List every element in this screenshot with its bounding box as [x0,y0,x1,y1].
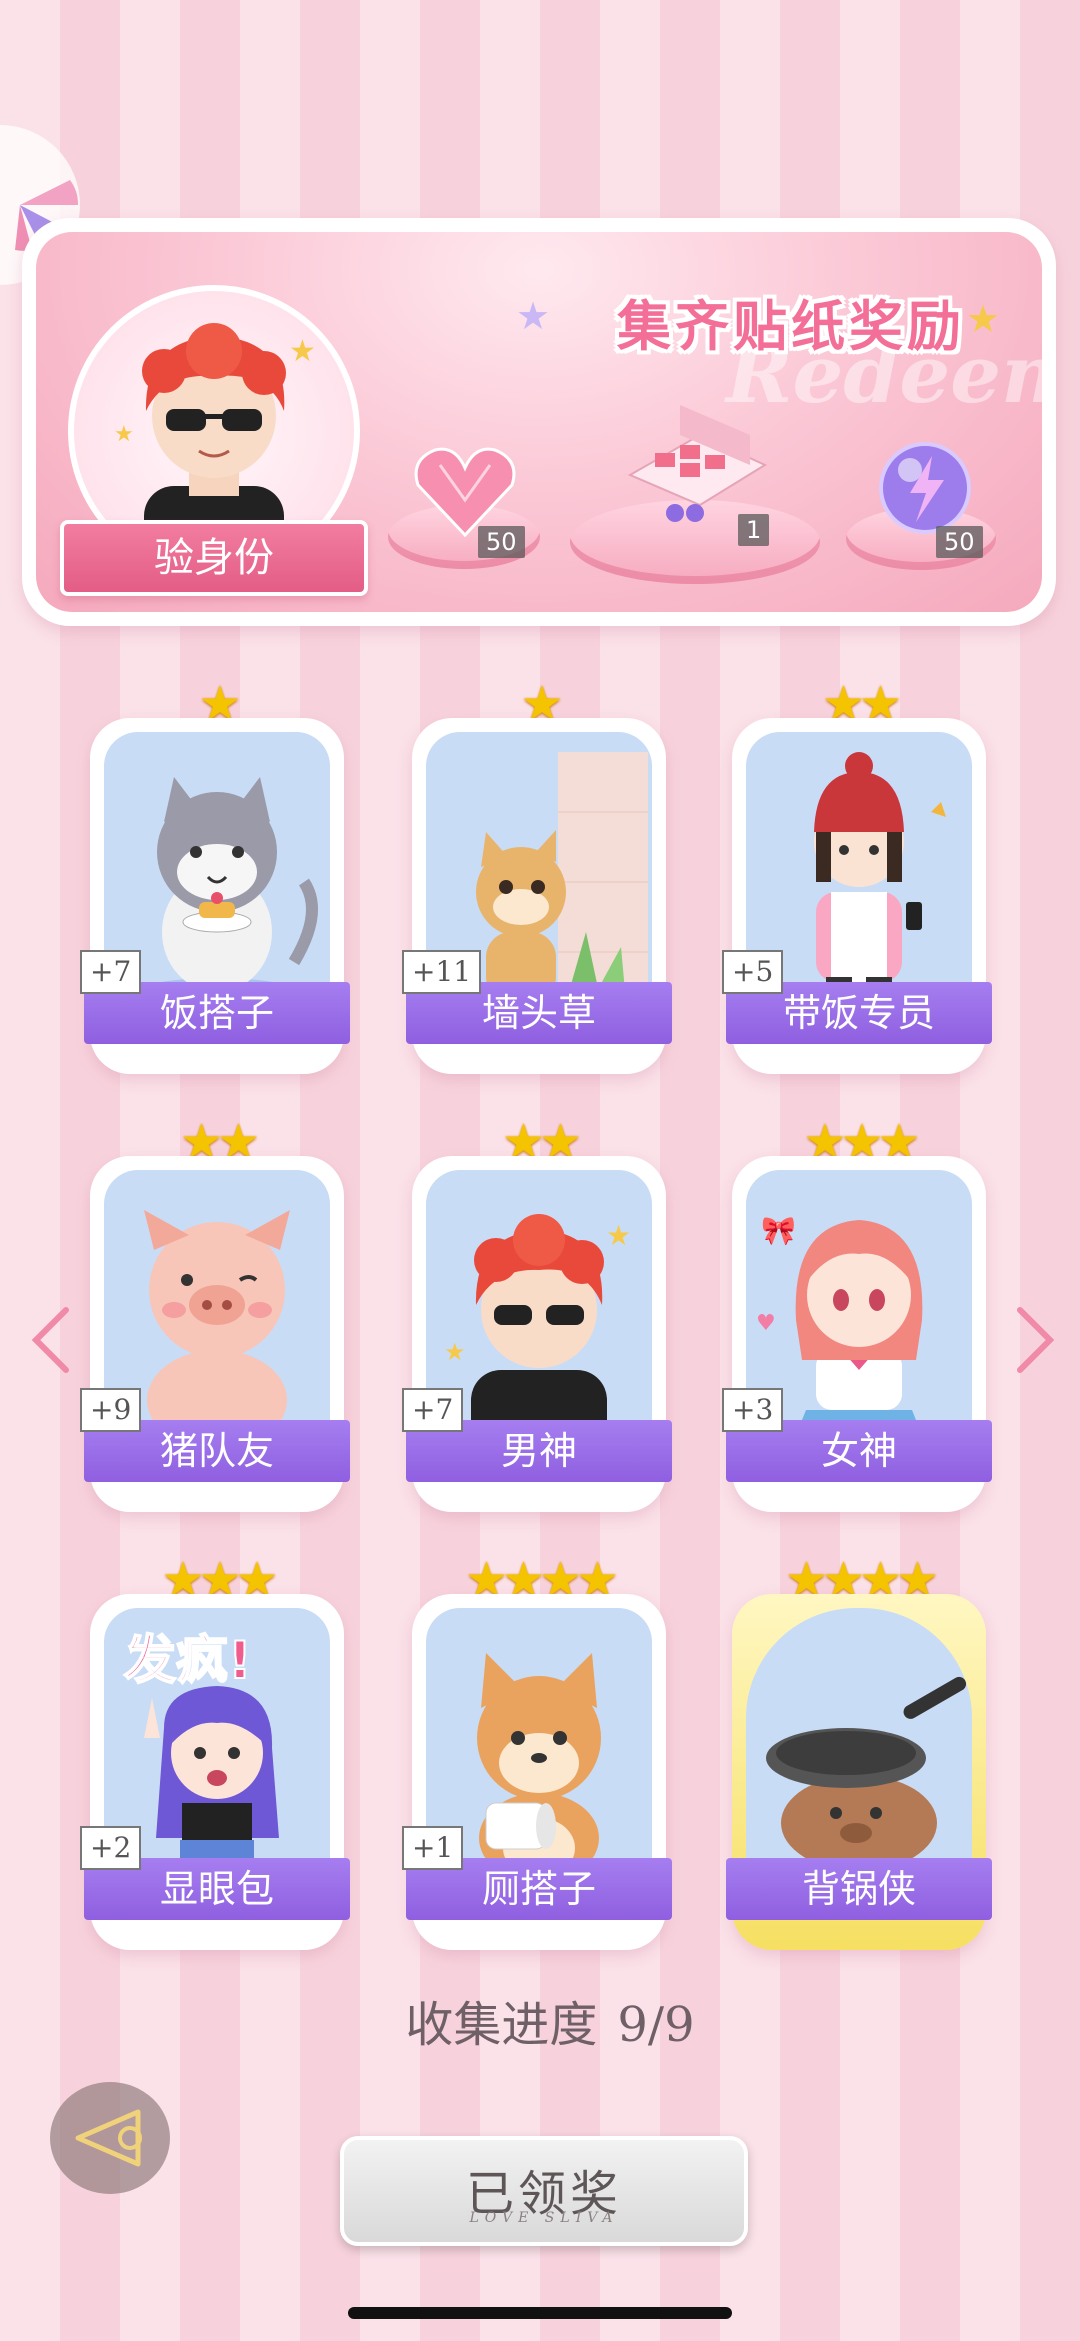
banner-title-wrap: 集齐贴纸奖励 [576,282,1006,364]
sticker-card[interactable]: 饭搭子 +7 [80,718,350,1074]
sticker-card[interactable]: 厕搭子 +1 [402,1594,672,1950]
verify-identity-label: 验身份 [154,535,274,581]
sticker-count: +3 [722,1388,784,1432]
progress-label: 收集进度 [405,1997,598,2053]
claimed-reward-button[interactable]: 已领奖 LOVE SLIVA [340,2136,748,2246]
sticker-card[interactable]: 带饭专员 +5 [722,718,992,1074]
sticker-count: +9 [80,1388,142,1432]
next-page-arrow-icon[interactable] [1004,1300,1064,1380]
sticker-card[interactable]: 背锅侠 [726,1594,992,1950]
sticker-card[interactable]: 猪队友 +9 [80,1156,350,1512]
banner-title: 集齐贴纸奖励 [617,295,965,358]
progress-value: 9/9 [617,1997,695,2053]
svg-text:★: ★ [444,1338,466,1366]
prev-page-arrow-icon[interactable] [22,1300,82,1380]
heart-gem-icon[interactable] [410,440,520,540]
sticker-count: +1 [402,1826,464,1870]
reward-quantity: 50 [478,526,525,558]
svg-text:★: ★ [289,334,316,369]
gift-box-icon[interactable] [620,395,770,525]
svg-text:★: ★ [606,1219,631,1252]
sticker-count: +7 [402,1388,464,1432]
svg-text:🎀: 🎀 [761,1214,796,1247]
svg-text:★: ★ [114,422,134,447]
sticker-art [746,1608,972,1890]
back-arrow-icon [75,2109,142,2167]
back-button[interactable] [50,2082,170,2194]
sticker-card[interactable]: ★ ★ 男神 +7 [402,1156,672,1512]
claimed-sub-label: LOVE SLIVA [469,2210,619,2226]
star-icon: ★ [966,297,1001,341]
collection-progress: 收集进度 9/9 [0,1985,1080,2055]
sticker-card[interactable]: 墙头草 +11 [402,718,672,1074]
verify-identity-button[interactable]: 验身份 [60,520,368,596]
reward-quantity: 1 [738,514,770,546]
sticker-count: +7 [80,950,142,994]
star-icon: ★ [516,294,551,338]
sticker-art-text: 发疯! [124,1631,252,1691]
home-indicator[interactable] [348,2307,732,2319]
sticker-count: +2 [80,1826,142,1870]
sticker-count: +11 [402,950,482,994]
sticker-count: +5 [722,950,784,994]
sticker-name-bar: 背锅侠 [726,1858,992,1920]
sticker-card[interactable]: 🎀 ♥ 女神 +3 [722,1156,992,1512]
sticker-card[interactable]: 发疯! 显眼包 +2 [80,1594,350,1950]
lightning-orb-icon[interactable] [870,438,980,538]
svg-text:♥: ♥ [756,1311,776,1336]
reward-quantity: 50 [936,526,983,558]
capybara-with-pan-icon [766,1676,967,1871]
sticker-name: 背锅侠 [801,1867,916,1911]
